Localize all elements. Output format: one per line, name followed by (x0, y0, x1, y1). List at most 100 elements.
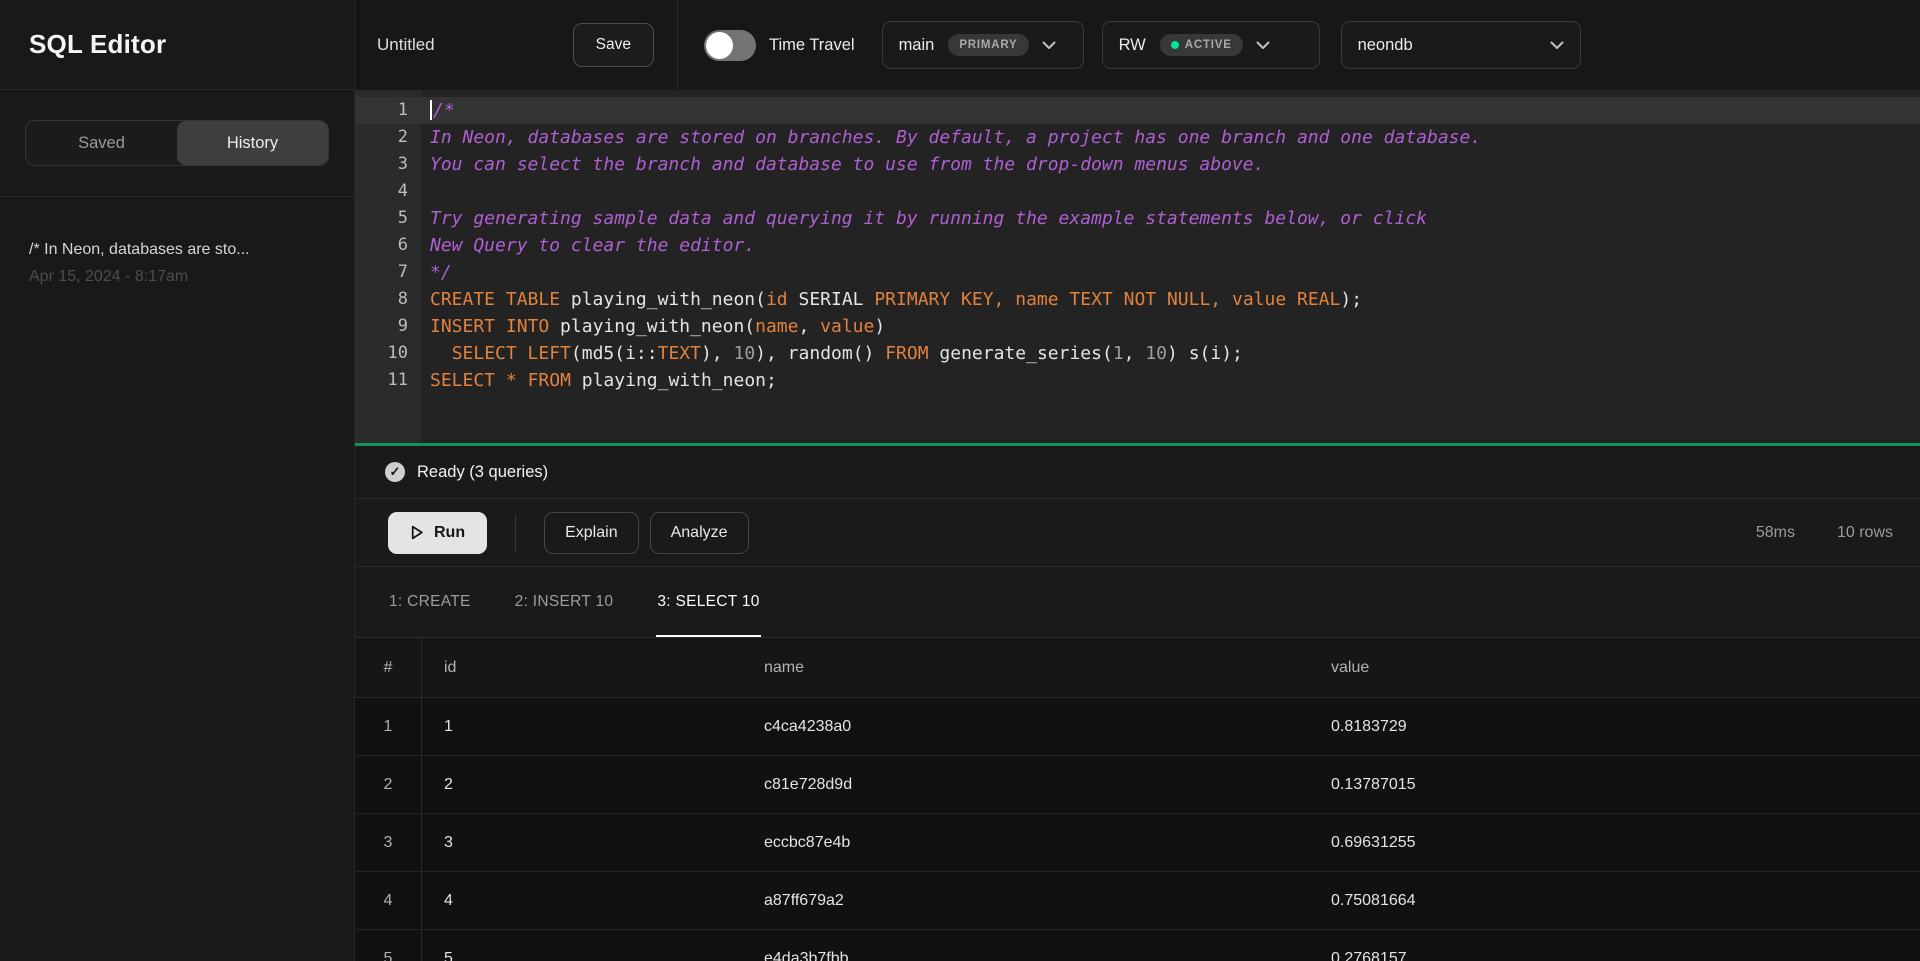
history-item[interactable]: /* In Neon, databases are sto... Apr 15,… (29, 239, 325, 288)
compute-active-badge: ACTIVE (1160, 34, 1243, 56)
explain-button[interactable]: Explain (544, 512, 638, 554)
branch-dropdown[interactable]: main PRIMARY (882, 21, 1084, 69)
code-text: In Neon, databases are stored on branche… (422, 124, 1920, 151)
code-line[interactable]: 4 (355, 178, 1920, 205)
table-cell: 1 (355, 698, 422, 755)
main-panel: Untitled Save Time Travel main PRIMARY R… (355, 0, 1920, 961)
sidebar-view-switch: Saved History (25, 120, 329, 166)
branch-name: main (899, 36, 935, 55)
line-number: 4 (355, 178, 422, 205)
sidebar: SQL Editor Saved History /* In Neon, dat… (0, 0, 355, 961)
compute-dropdown[interactable]: RW ACTIVE (1102, 21, 1320, 69)
table-body: 11c4ca4238a00.818372922c81e728d9d0.13787… (355, 698, 1920, 961)
play-icon (410, 525, 424, 540)
table-cell: c4ca4238a0 (742, 698, 1309, 755)
page-title: SQL Editor (29, 29, 166, 60)
table-cell: 4 (422, 872, 742, 929)
code-line[interactable]: 6 New Query to clear the editor. (355, 232, 1920, 259)
run-button[interactable]: Run (388, 512, 487, 554)
results-tab[interactable]: 3: SELECT 10 (656, 567, 760, 637)
code-token: ) s(i); (1167, 343, 1243, 364)
line-number: 10 (355, 340, 422, 367)
code-token: New Query to clear the editor. (430, 235, 755, 256)
table-cell: 2 (422, 756, 742, 813)
table-cell: 0.13787015 (1309, 756, 1920, 813)
code-line[interactable]: 3You can select the branch and database … (355, 151, 1920, 178)
code-text: INSERT INTO playing_with_neon(name, valu… (422, 313, 1920, 340)
line-number: 2 (355, 124, 422, 151)
code-token: playing_with_neon( (549, 316, 755, 337)
database-dropdown[interactable]: neondb (1341, 21, 1581, 69)
code-line[interactable]: 8CREATE TABLE playing_with_neon(id SERIA… (355, 286, 1920, 313)
code-line[interactable]: 11SELECT * FROM playing_with_neon; (355, 367, 1920, 394)
history-list: /* In Neon, databases are sto... Apr 15,… (0, 197, 354, 330)
code-line[interactable]: 10 SELECT LEFT(md5(i::TEXT), 10), random… (355, 340, 1920, 367)
results-table: #idnamevalue 11c4ca4238a00.818372922c81e… (355, 638, 1920, 961)
active-status-dot (1171, 41, 1179, 49)
code-token: 10 (1145, 343, 1167, 364)
code-text: SELECT * FROM playing_with_neon; (422, 367, 1920, 394)
header-cell: # (355, 638, 422, 697)
line-number: 8 (355, 286, 422, 313)
table-cell: 0.75081664 (1309, 872, 1920, 929)
save-button[interactable]: Save (573, 23, 654, 67)
table-cell: 1 (422, 698, 742, 755)
code-text: CREATE TABLE playing_with_neon(id SERIAL… (422, 286, 1920, 313)
table-row[interactable]: 33eccbc87e4b0.69631255 (355, 814, 1920, 872)
table-cell: a87ff679a2 (742, 872, 1309, 929)
time-travel-toggle[interactable] (704, 30, 756, 61)
code-text: Try generating sample data and querying … (422, 205, 1920, 232)
code-line[interactable]: 9INSERT INTO playing_with_neon(name, val… (355, 313, 1920, 340)
table-cell: c81e728d9d (742, 756, 1309, 813)
text-cursor (430, 100, 432, 120)
header-cell: value (1309, 638, 1920, 697)
code-token: ); (1340, 289, 1362, 310)
sidebar-header: SQL Editor (0, 0, 354, 90)
line-number: 6 (355, 232, 422, 259)
table-row[interactable]: 11c4ca4238a00.8183729 (355, 698, 1920, 756)
table-row[interactable]: 55e4da3b7fbb0.2768157 (355, 930, 1920, 961)
code-text: /* (422, 97, 1920, 124)
line-number: 9 (355, 313, 422, 340)
code-token: playing_with_neon( (560, 289, 766, 310)
code-token (517, 370, 528, 391)
code-line[interactable]: 5Try generating sample data and querying… (355, 205, 1920, 232)
history-item-date: Apr 15, 2024 - 8:17am (29, 266, 325, 288)
code-line[interactable]: 2In Neon, databases are stored on branch… (355, 124, 1920, 151)
code-token (1221, 289, 1232, 310)
code-token: /* (433, 100, 455, 121)
tab-history[interactable]: History (177, 121, 328, 165)
query-duration: 58ms (1756, 524, 1795, 542)
actions-divider (515, 514, 516, 552)
analyze-button[interactable]: Analyze (650, 512, 749, 554)
code-token: FROM (885, 343, 928, 364)
code-text: SELECT LEFT(md5(i::TEXT), 10), random() … (422, 340, 1920, 367)
table-cell: 2 (355, 756, 422, 813)
table-row[interactable]: 44a87ff679a20.75081664 (355, 872, 1920, 930)
code-token (430, 343, 452, 364)
compute-name: RW (1119, 36, 1146, 55)
code-token: value (820, 316, 874, 337)
code-text: New Query to clear the editor. (422, 232, 1920, 259)
table-row[interactable]: 22c81e728d9d0.13787015 (355, 756, 1920, 814)
table-cell: 5 (422, 930, 742, 961)
table-cell: 0.69631255 (1309, 814, 1920, 871)
code-token: id (766, 289, 788, 310)
table-cell: 3 (422, 814, 742, 871)
results-tabs: 1: CREATE 2: INSERT 10 3: SELECT 10 (355, 567, 1920, 638)
code-line[interactable]: 7*/ (355, 259, 1920, 286)
code-token (495, 370, 506, 391)
row-count: 10 rows (1837, 524, 1893, 542)
code-text: */ (422, 259, 1920, 286)
chevron-down-icon (1550, 41, 1564, 50)
code-line[interactable]: 1/* (355, 97, 1920, 124)
line-number: 11 (355, 367, 422, 394)
table-cell: 4 (355, 872, 422, 929)
database-name: neondb (1358, 36, 1413, 55)
code-token: PRIMARY KEY, (874, 289, 1004, 310)
tab-saved[interactable]: Saved (26, 121, 177, 165)
results-tab[interactable]: 2: INSERT 10 (514, 567, 615, 637)
status-bar: ✓ Ready (3 queries) (355, 446, 1920, 499)
code-editor[interactable]: 1/*2In Neon, databases are stored on bra… (355, 90, 1920, 443)
results-tab[interactable]: 1: CREATE (388, 567, 472, 637)
